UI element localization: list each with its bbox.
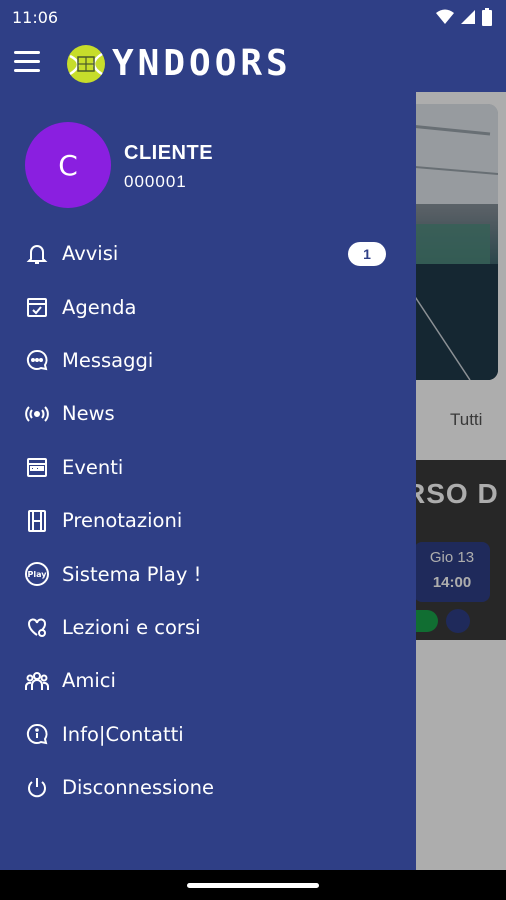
menu-item-sistema-play[interactable]: Play Sistema Play !	[0, 547, 416, 600]
menu-label: Prenotazioni	[62, 509, 183, 533]
logo-text: YNDOORS	[112, 43, 292, 84]
system-nav-bar	[0, 870, 506, 900]
notification-count-badge: 1	[348, 241, 386, 266]
navigation-drawer: C CLIENTE 000001 Avvisi 1 Agenda Messagg…	[0, 92, 416, 870]
menu-item-disconnessione[interactable]: Disconnessione	[0, 761, 416, 814]
calendar-check-icon	[24, 294, 50, 320]
wifi-icon	[436, 9, 454, 24]
battery-icon	[482, 8, 492, 26]
menu-item-avvisi[interactable]: Avvisi 1	[0, 227, 416, 280]
svg-text:Play: Play	[28, 570, 48, 579]
menu-item-news[interactable]: News	[0, 387, 416, 440]
status-icons	[436, 8, 492, 26]
drawer-menu: Avvisi 1 Agenda Messaggi News Eventi Pre…	[0, 227, 416, 814]
menu-label: Lezioni e corsi	[62, 615, 201, 639]
menu-item-lezioni-corsi[interactable]: Lezioni e corsi	[0, 601, 416, 654]
chat-bubble-icon	[24, 347, 50, 373]
home-gesture-handle[interactable]	[187, 883, 319, 888]
play-badge-icon: Play	[24, 561, 50, 587]
menu-label: Sistema Play !	[62, 562, 202, 586]
heart-check-icon	[24, 614, 50, 640]
status-bar: 11:06	[0, 0, 506, 34]
menu-item-info-contatti[interactable]: Info|Contatti	[0, 708, 416, 761]
info-bubble-icon	[24, 721, 50, 747]
avatar[interactable]: C	[25, 122, 111, 208]
menu-label: Agenda	[62, 295, 137, 319]
menu-label: Messaggi	[62, 348, 154, 372]
signal-icon	[461, 10, 475, 24]
avatar-initial: C	[58, 148, 78, 182]
group-icon	[24, 668, 50, 694]
user-code: 000001	[124, 172, 187, 191]
broadcast-icon	[24, 401, 50, 427]
tennis-ball-icon	[67, 44, 105, 83]
menu-label: Info|Contatti	[62, 722, 184, 746]
calendar-grid-icon	[24, 454, 50, 480]
app-logo: YNDOORS	[66, 43, 292, 84]
menu-label: Amici	[62, 669, 116, 693]
menu-item-agenda[interactable]: Agenda	[0, 280, 416, 333]
power-icon	[24, 775, 50, 801]
status-time: 11:06	[12, 8, 59, 27]
menu-label: Disconnessione	[62, 776, 214, 800]
film-strip-icon	[24, 508, 50, 534]
user-name: CLIENTE	[124, 142, 214, 164]
menu-item-prenotazioni[interactable]: Prenotazioni	[0, 494, 416, 547]
menu-label: News	[62, 402, 115, 426]
menu-label: Avvisi	[62, 242, 119, 266]
app-bar: YNDOORS	[0, 34, 506, 92]
menu-item-amici[interactable]: Amici	[0, 654, 416, 707]
menu-item-eventi[interactable]: Eventi	[0, 441, 416, 494]
hamburger-menu-icon[interactable]	[14, 51, 40, 73]
bell-icon	[24, 241, 50, 267]
menu-label: Eventi	[62, 455, 124, 479]
menu-item-messaggi[interactable]: Messaggi	[0, 334, 416, 387]
